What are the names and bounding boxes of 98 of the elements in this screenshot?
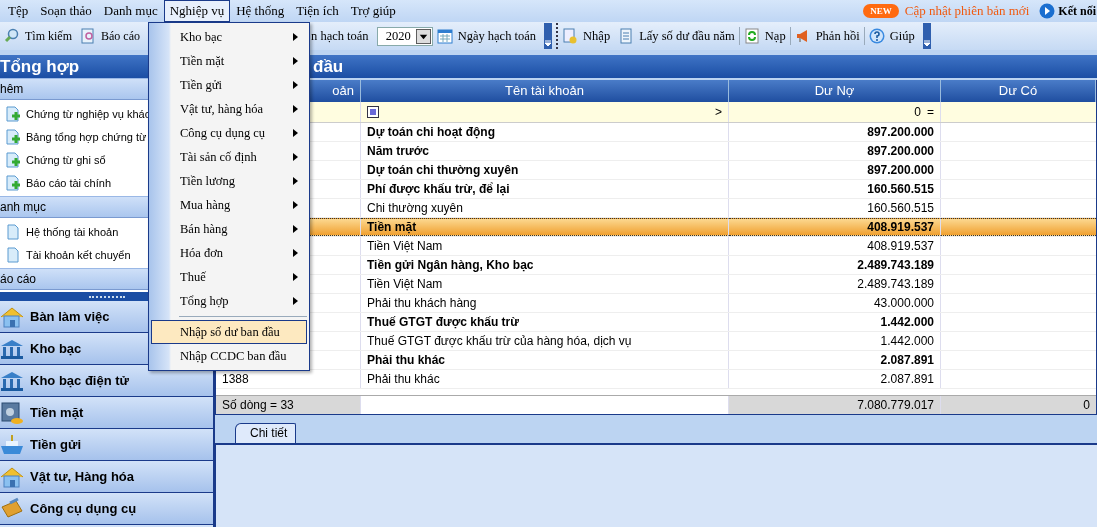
table-cell[interactable]: Phí được khấu trừ, để lại: [361, 180, 729, 198]
menu-item[interactable]: Công cụ dụng cụ: [151, 121, 307, 145]
add-document-icon: [5, 105, 21, 122]
table-cell: 43.000.000: [729, 294, 941, 312]
connect-link[interactable]: Kết nối: [1058, 3, 1096, 19]
toolbar-button[interactable]: Giúp: [864, 24, 919, 48]
submenu-arrow-icon: [293, 105, 298, 113]
menu-item[interactable]: Kho bạc: [151, 25, 307, 49]
calendar-icon: [436, 28, 453, 44]
add-document-icon: [5, 151, 21, 168]
search-icon: [4, 28, 20, 44]
total-cell: 7.080.779.017: [857, 398, 934, 412]
table-cell[interactable]: Tiền mặt: [361, 218, 729, 236]
document-icon: [618, 28, 635, 44]
submenu-arrow-icon: [293, 81, 298, 89]
table-cell[interactable]: Dự toán chi thường xuyên: [361, 161, 729, 179]
menu-item[interactable]: Nhập số dư ban đầu: [151, 320, 307, 344]
menu-item[interactable]: Nghiệp vụ: [163, 0, 231, 22]
new-badge: NEW: [863, 4, 899, 18]
add-document-icon: [5, 174, 21, 191]
import-icon: [562, 28, 579, 44]
table-cell[interactable]: Thuế GTGT được khấu trừ: [361, 313, 729, 331]
toolbar-button[interactable]: Ngày hạch toán: [432, 24, 541, 48]
nav-button[interactable]: Kho bạc điện tử: [0, 365, 213, 397]
table-cell: 1.442.000: [729, 332, 941, 350]
submenu-arrow-icon: [293, 129, 298, 137]
table-cell[interactable]: Tiền Việt Nam: [361, 237, 729, 255]
menu-item[interactable]: Tệp: [2, 0, 35, 22]
table-cell: 2.087.891: [729, 351, 941, 369]
menu-item[interactable]: Tiền lương: [151, 169, 307, 193]
menu-item[interactable]: Bán hàng: [151, 217, 307, 241]
table-cell[interactable]: Phải thu khách hàng: [361, 294, 729, 312]
table-cell: 2.489.743.189: [729, 256, 941, 274]
table-cell: 897.200.000: [729, 161, 941, 179]
table-cell: 2.489.743.189: [729, 275, 941, 293]
table-cell: 408.919.537: [729, 218, 941, 236]
table-cell: 160.560.515: [729, 199, 941, 217]
submenu-arrow-icon: [293, 177, 298, 185]
toolbar-overflow-icon[interactable]: [544, 23, 553, 49]
table-cell: 160.560.515: [729, 180, 941, 198]
toolbar-button[interactable]: Nhập: [558, 24, 615, 48]
table-cell[interactable]: Dự toán chi hoạt động: [361, 123, 729, 141]
table-cell[interactable]: Năm trước: [361, 142, 729, 160]
table-cell[interactable]: Chi thường xuyên: [361, 199, 729, 217]
toolbar-button[interactable]: Phản hồi: [790, 24, 864, 48]
submenu-arrow-icon: [293, 273, 298, 281]
submenu-arrow-icon: [293, 201, 298, 209]
submenu-arrow-icon: [293, 297, 298, 305]
menu-item[interactable]: Trợ giúp: [344, 0, 402, 22]
nav-button[interactable]: Vật tư, Hàng hóa: [0, 461, 213, 493]
tab[interactable]: Chi tiết: [235, 423, 297, 443]
total-cell: 0: [1083, 398, 1090, 412]
menu-item[interactable]: Hóa đơn: [151, 241, 307, 265]
table-cell: 408.919.537: [729, 237, 941, 255]
toolbar-button[interactable]: Báo cáo: [76, 24, 144, 48]
filter-value[interactable]: 0: [735, 102, 921, 122]
document-icon: [5, 223, 21, 240]
table-cell[interactable]: Phải thu khác: [361, 351, 729, 369]
toolbar-button[interactable]: Tìm kiếm: [0, 24, 76, 48]
submenu-arrow-icon: [293, 33, 298, 41]
table-cell: 897.200.000: [729, 142, 941, 160]
table-cell: 2.087.891: [729, 370, 941, 388]
period-label: n hạch toán: [311, 28, 369, 44]
toolbar-button[interactable]: Lấy số dư đầu năm: [614, 24, 739, 48]
nav-button[interactable]: Tiền mặt: [0, 397, 213, 429]
menu-item[interactable]: Soạn thảo: [34, 0, 98, 22]
filter-icon[interactable]: [367, 106, 379, 118]
add-document-icon: [5, 128, 21, 145]
filter-operator[interactable]: >: [715, 102, 722, 122]
row-count: Số dòng = 33: [222, 398, 294, 412]
document-icon: [5, 246, 21, 263]
refresh-icon: [743, 28, 760, 44]
toolbar-overflow-icon[interactable]: [922, 23, 931, 49]
report-icon: [80, 28, 96, 44]
submenu-arrow-icon: [293, 57, 298, 65]
year-dropdown[interactable]: 2020: [376, 26, 433, 46]
help-icon: [868, 28, 885, 44]
table-cell[interactable]: Tiền gửi Ngân hàng, Kho bạc: [361, 256, 729, 274]
globe-icon: [1039, 3, 1056, 19]
nav-button[interactable]: Tiền gửi: [0, 429, 213, 461]
menu-item[interactable]: Tài sản cố định: [151, 145, 307, 169]
filter-operator[interactable]: =: [927, 102, 934, 122]
table-cell: 1.442.000: [729, 313, 941, 331]
submenu-arrow-icon: [293, 153, 298, 161]
submenu-arrow-icon: [293, 249, 298, 257]
tray-icon: [0, 432, 24, 457]
table-cell[interactable]: Phải thu khác: [361, 370, 729, 388]
table-cell[interactable]: Thuế GTGT được khấu trừ của hàng hóa, dịch vụ: [361, 332, 729, 350]
menu-item[interactable]: Hệ thống: [230, 0, 291, 22]
toolbar-button[interactable]: Nạp: [739, 24, 790, 48]
menu-item[interactable]: Danh mục: [97, 0, 164, 22]
table-cell[interactable]: Tiền Việt Nam: [361, 275, 729, 293]
submenu-arrow-icon: [293, 225, 298, 233]
safe-icon: [0, 400, 24, 425]
table-cell: 897.200.000: [729, 123, 941, 141]
menu-item[interactable]: Vật tư, hàng hóa: [151, 97, 307, 121]
nav-button[interactable]: Công cụ dụng cụ: [0, 493, 213, 525]
menu-item[interactable]: Tiện ích: [290, 0, 345, 22]
